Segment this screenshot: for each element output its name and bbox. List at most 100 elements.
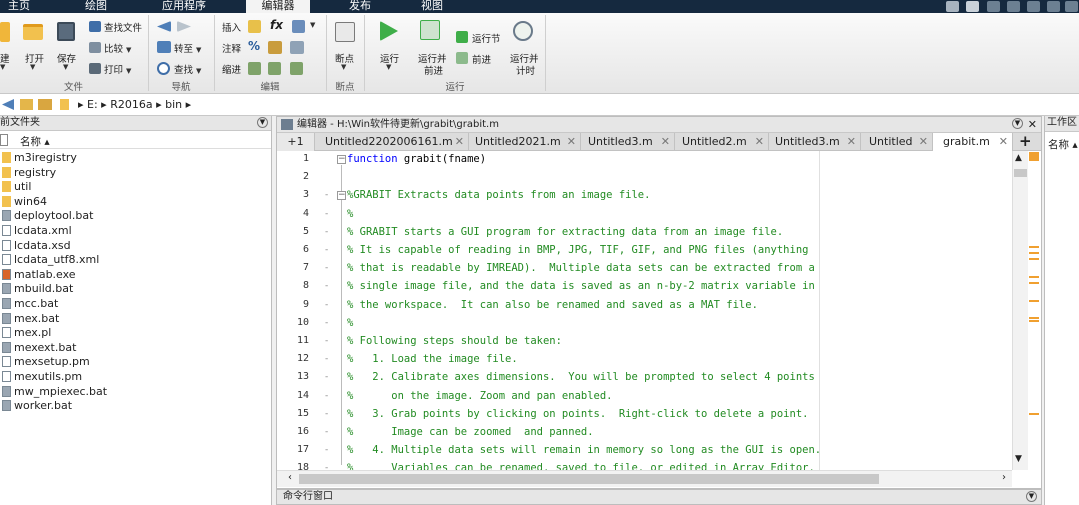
file-row[interactable]: m3iregistry: [0, 151, 77, 166]
smart-indent-icon[interactable]: [248, 62, 261, 75]
file-row[interactable]: mw_mpiexec.bat: [0, 385, 107, 400]
code-area[interactable]: 1 function grabit(fname) 2 3 - %GRABIT Extrac…: [277, 151, 1012, 470]
code-line[interactable]: % 3. Grab points by clicking on points. …: [347, 408, 808, 420]
scroll-thumb[interactable]: [1014, 169, 1027, 177]
file-tab[interactable]: Untitled2.m ✕: [675, 133, 769, 151]
scroll-up-icon[interactable]: ▲: [1015, 153, 1022, 163]
copy-quick-icon[interactable]: [1007, 1, 1020, 12]
scroll-right-icon[interactable]: ›: [1002, 472, 1006, 483]
advance-label[interactable]: 前进: [472, 52, 491, 66]
checkbox-icon[interactable]: [0, 134, 8, 146]
warning-indicator-icon[interactable]: [1029, 152, 1039, 161]
search-icon[interactable]: [157, 62, 170, 75]
undo-quick-icon[interactable]: [1047, 1, 1060, 12]
paste-quick-icon[interactable]: [1027, 1, 1040, 12]
chevron-down-icon[interactable]: ▼: [386, 63, 391, 71]
chevron-down-icon[interactable]: ▼: [0, 63, 5, 71]
name-column-label[interactable]: 名称 ▴: [20, 134, 50, 149]
file-row[interactable]: lcdata.xml: [0, 224, 72, 239]
close-icon[interactable]: ✕: [1028, 117, 1037, 132]
forward-arrow-icon[interactable]: [177, 21, 191, 32]
file-row[interactable]: mbuild.bat: [0, 282, 73, 297]
chevron-down-icon[interactable]: ▼: [30, 63, 35, 71]
find-files-label[interactable]: 查找文件: [104, 20, 142, 34]
code-line[interactable]: % Image can be zoomed and panned.: [347, 426, 594, 438]
scroll-down-icon[interactable]: ▼: [1015, 454, 1022, 464]
breakpoint-dash[interactable]: -: [325, 300, 328, 310]
file-tab-active[interactable]: grabit.m ✕: [933, 133, 1013, 151]
chevron-down-icon[interactable]: ▼: [63, 63, 68, 71]
run-and-advance-icon[interactable]: [420, 20, 440, 40]
workspace-name-column[interactable]: 名称 ▴: [1048, 137, 1078, 152]
compare-label[interactable]: 比较 ▼: [104, 41, 131, 55]
fx-icon[interactable]: fx: [270, 18, 283, 32]
file-tab[interactable]: Untitled2021.m ✕: [469, 133, 581, 151]
file-row[interactable]: mexext.bat: [0, 341, 76, 356]
back-arrow-icon[interactable]: [157, 21, 171, 32]
code-line[interactable]: % 4. Multiple data sets will remain in m…: [347, 444, 821, 456]
file-tab[interactable]: Untitled2202006161.m ✕: [315, 133, 469, 151]
run-advance-label-2[interactable]: 前进: [424, 63, 443, 77]
code-line[interactable]: function grabit(fname): [347, 153, 486, 165]
code-line[interactable]: %: [347, 317, 353, 329]
code-line[interactable]: % GRABIT starts a GUI program for extrac…: [347, 226, 783, 238]
indent-label[interactable]: 缩进: [222, 62, 241, 76]
open-folder-icon[interactable]: [23, 24, 43, 40]
run-time-label-2[interactable]: 计时: [516, 63, 535, 77]
file-row[interactable]: mcc.bat: [0, 297, 58, 312]
file-row[interactable]: util: [0, 180, 31, 195]
breakpoint-dash[interactable]: -: [325, 427, 328, 437]
tab-editor[interactable]: 编辑器: [246, 0, 310, 13]
code-line[interactable]: % on the image. Zoom and pan enabled.: [347, 390, 613, 402]
code-analyzer-bar[interactable]: [1028, 151, 1041, 470]
tab-publish[interactable]: 发布: [336, 0, 384, 13]
save-quick-icon[interactable]: [966, 1, 979, 12]
run-and-time-icon[interactable]: [513, 21, 533, 41]
code-line[interactable]: % 2. Calibrate axes dimensions. You will…: [347, 371, 815, 383]
comment-label[interactable]: 注释: [222, 41, 241, 55]
browse-folder-icon[interactable]: [38, 99, 52, 110]
wrap-comment-icon[interactable]: [268, 41, 282, 54]
file-row[interactable]: lcdata.xsd: [0, 239, 71, 254]
save-icon[interactable]: [57, 22, 75, 41]
print-label[interactable]: 打印 ▼: [104, 62, 131, 76]
file-row[interactable]: mexsetup.pm: [0, 355, 90, 370]
up-folder-icon[interactable]: [20, 99, 33, 110]
breakpoint-dash[interactable]: -: [325, 372, 328, 382]
breakpoint-dash[interactable]: -: [325, 281, 328, 291]
new-icon[interactable]: [0, 22, 10, 42]
print-icon[interactable]: [89, 63, 101, 74]
file-row[interactable]: worker.bat: [0, 399, 72, 414]
file-tab[interactable]: Untitled3.m ✕: [769, 133, 861, 151]
file-row[interactable]: matlab.exe: [0, 268, 76, 283]
scroll-thumb[interactable]: [299, 474, 879, 484]
code-line[interactable]: % Variables can be renamed, saved to fil…: [347, 462, 815, 470]
vertical-scrollbar[interactable]: ▲ ▼: [1012, 151, 1028, 470]
percent-icon[interactable]: %: [248, 39, 260, 53]
code-line[interactable]: %GRABIT Extracts data points from an ima…: [347, 189, 650, 201]
file-tab[interactable]: Untitled ✕: [861, 133, 933, 151]
increase-indent-icon[interactable]: [268, 62, 281, 75]
breakpoint-dash[interactable]: -: [325, 190, 328, 200]
uncomment-icon[interactable]: [290, 41, 304, 54]
code-line[interactable]: %: [347, 208, 353, 220]
breakpoint-dash[interactable]: -: [325, 209, 328, 219]
run-section-icon[interactable]: [456, 31, 468, 43]
code-line[interactable]: % 1. Load the image file.: [347, 353, 518, 365]
run-section-label[interactable]: 运行节: [472, 31, 501, 45]
breakpoints-icon[interactable]: [335, 22, 355, 42]
file-row[interactable]: mex.pl: [0, 326, 51, 341]
code-line[interactable]: % single image file, and the data is sav…: [347, 280, 815, 292]
file-tab[interactable]: Untitled3.m ✕: [581, 133, 675, 151]
insert-icon[interactable]: [248, 20, 261, 33]
advance-icon[interactable]: [456, 52, 468, 64]
column-header[interactable]: 名称 ▴: [0, 133, 271, 149]
breadcrumb[interactable]: ▸ E: ▸ R2016a ▸ bin ▸: [78, 98, 191, 111]
code-line[interactable]: % It is capable of reading in BMP, JPG, …: [347, 244, 808, 256]
goto-label[interactable]: 转至 ▼: [174, 41, 201, 55]
tab-view[interactable]: 视图: [408, 0, 456, 13]
breakpoint-dash[interactable]: -: [325, 263, 328, 273]
run-icon[interactable]: [380, 21, 398, 41]
find-label[interactable]: 查找 ▼: [174, 62, 201, 76]
find-files-icon[interactable]: [89, 21, 101, 32]
